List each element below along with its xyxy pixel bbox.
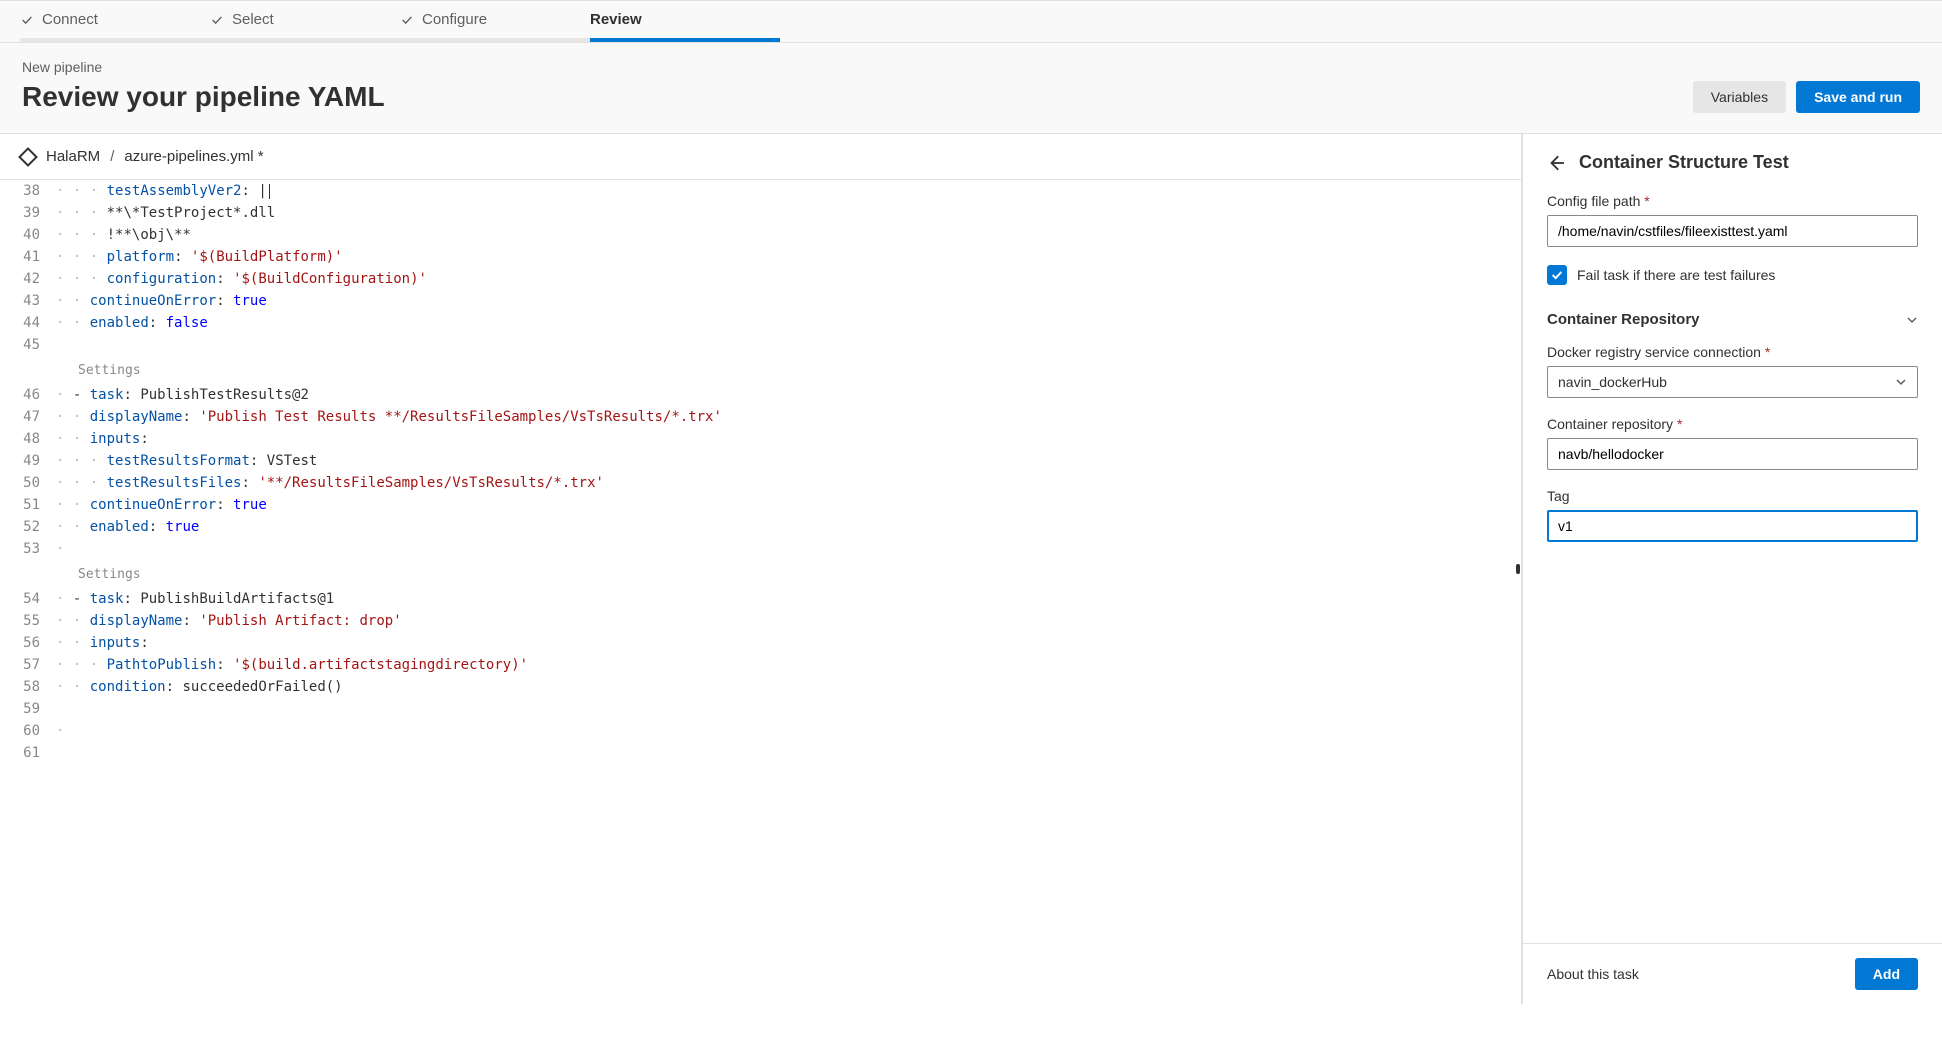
code-line[interactable]: 52· · enabled: true [0, 516, 1521, 538]
code-line[interactable]: 43· · continueOnError: true [0, 290, 1521, 312]
container-repo-input[interactable] [1547, 438, 1918, 470]
task-settings-link[interactable]: Settings [70, 360, 1521, 382]
check-icon [20, 13, 34, 27]
file-name[interactable]: azure-pipelines.yml * [124, 148, 263, 165]
code-line[interactable]: 39· · · **\*TestProject*.dll [0, 202, 1521, 224]
variables-button[interactable]: Variables [1693, 81, 1786, 113]
container-repository-section[interactable]: Container Repository [1547, 305, 1918, 344]
code-line[interactable]: 48· · inputs: [0, 428, 1521, 450]
task-panel: Container Structure Test Config file pat… [1522, 134, 1942, 1004]
container-repo-label: Container repository * [1547, 416, 1918, 432]
wizard-step-connect[interactable]: Connect [20, 1, 210, 42]
code-line[interactable]: 41· · · platform: '$(BuildPlatform)' [0, 246, 1521, 268]
check-icon [210, 13, 224, 27]
wizard-step-configure[interactable]: Configure [400, 1, 590, 42]
back-arrow-icon[interactable] [1547, 154, 1565, 172]
fail-task-label: Fail task if there are test failures [1577, 267, 1775, 283]
about-task-link[interactable]: About this task [1547, 966, 1639, 982]
code-line[interactable]: 58· · condition: succeededOrFailed() [0, 676, 1521, 698]
chevron-down-icon [1906, 314, 1918, 326]
docker-conn-label: Docker registry service connection * [1547, 344, 1918, 360]
fail-task-checkbox[interactable] [1547, 265, 1567, 285]
code-line[interactable]: 38· · · testAssemblyVer2: | [0, 180, 1521, 202]
wizard-step-select[interactable]: Select [210, 1, 400, 42]
file-bar: HalaRM / azure-pipelines.yml * [0, 134, 1521, 180]
path-separator: / [110, 148, 114, 165]
panel-title: Container Structure Test [1579, 152, 1789, 173]
code-line[interactable]: 60· [0, 720, 1521, 742]
repo-icon [17, 145, 40, 168]
code-line[interactable]: 47· · displayName: 'Publish Test Results… [0, 406, 1521, 428]
code-line[interactable]: 56· · inputs: [0, 632, 1521, 654]
config-path-label: Config file path * [1547, 193, 1918, 209]
code-line[interactable]: 53· [0, 538, 1521, 560]
tag-label: Tag [1547, 488, 1918, 504]
code-line[interactable]: 55· · displayName: 'Publish Artifact: dr… [0, 610, 1521, 632]
resize-handle[interactable] [1515, 554, 1521, 584]
code-line[interactable]: 45 [0, 334, 1521, 356]
add-button[interactable]: Add [1855, 958, 1918, 990]
breadcrumb: New pipeline [22, 59, 385, 75]
wizard-bar: ConnectSelectConfigureReview [0, 0, 1942, 43]
code-line[interactable]: 42· · · configuration: '$(BuildConfigura… [0, 268, 1521, 290]
check-icon [400, 13, 414, 27]
editor-pane: HalaRM / azure-pipelines.yml * 38· · · t… [0, 134, 1522, 1004]
tag-input[interactable] [1547, 510, 1918, 542]
docker-conn-select[interactable]: navin_dockerHub [1547, 366, 1918, 398]
config-path-input[interactable] [1547, 215, 1918, 247]
page-header: New pipeline Review your pipeline YAML V… [0, 43, 1942, 134]
code-line[interactable]: 40· · · !**\obj\** [0, 224, 1521, 246]
code-editor[interactable]: 38· · · testAssemblyVer2: |39· · · **\*T… [0, 180, 1521, 1004]
code-line[interactable]: 61 [0, 742, 1521, 764]
chevron-down-icon [1895, 376, 1907, 388]
code-line[interactable]: 46· - task: PublishTestResults@2 [0, 384, 1521, 406]
code-line[interactable]: 54· - task: PublishBuildArtifacts@1 [0, 588, 1521, 610]
code-line[interactable]: 49· · · testResultsFormat: VSTest [0, 450, 1521, 472]
code-line[interactable]: 44· · enabled: false [0, 312, 1521, 334]
save-and-run-button[interactable]: Save and run [1796, 81, 1920, 113]
code-line[interactable]: 51· · continueOnError: true [0, 494, 1521, 516]
page-title: Review your pipeline YAML [22, 81, 385, 113]
code-line[interactable]: 59 [0, 698, 1521, 720]
check-icon [1550, 268, 1564, 282]
repo-name[interactable]: HalaRM [46, 148, 100, 165]
wizard-step-review[interactable]: Review [590, 1, 780, 42]
code-line[interactable]: 57· · · PathtoPublish: '$(build.artifact… [0, 654, 1521, 676]
task-settings-link[interactable]: Settings [70, 564, 1521, 586]
code-line[interactable]: 50· · · testResultsFiles: '**/ResultsFil… [0, 472, 1521, 494]
